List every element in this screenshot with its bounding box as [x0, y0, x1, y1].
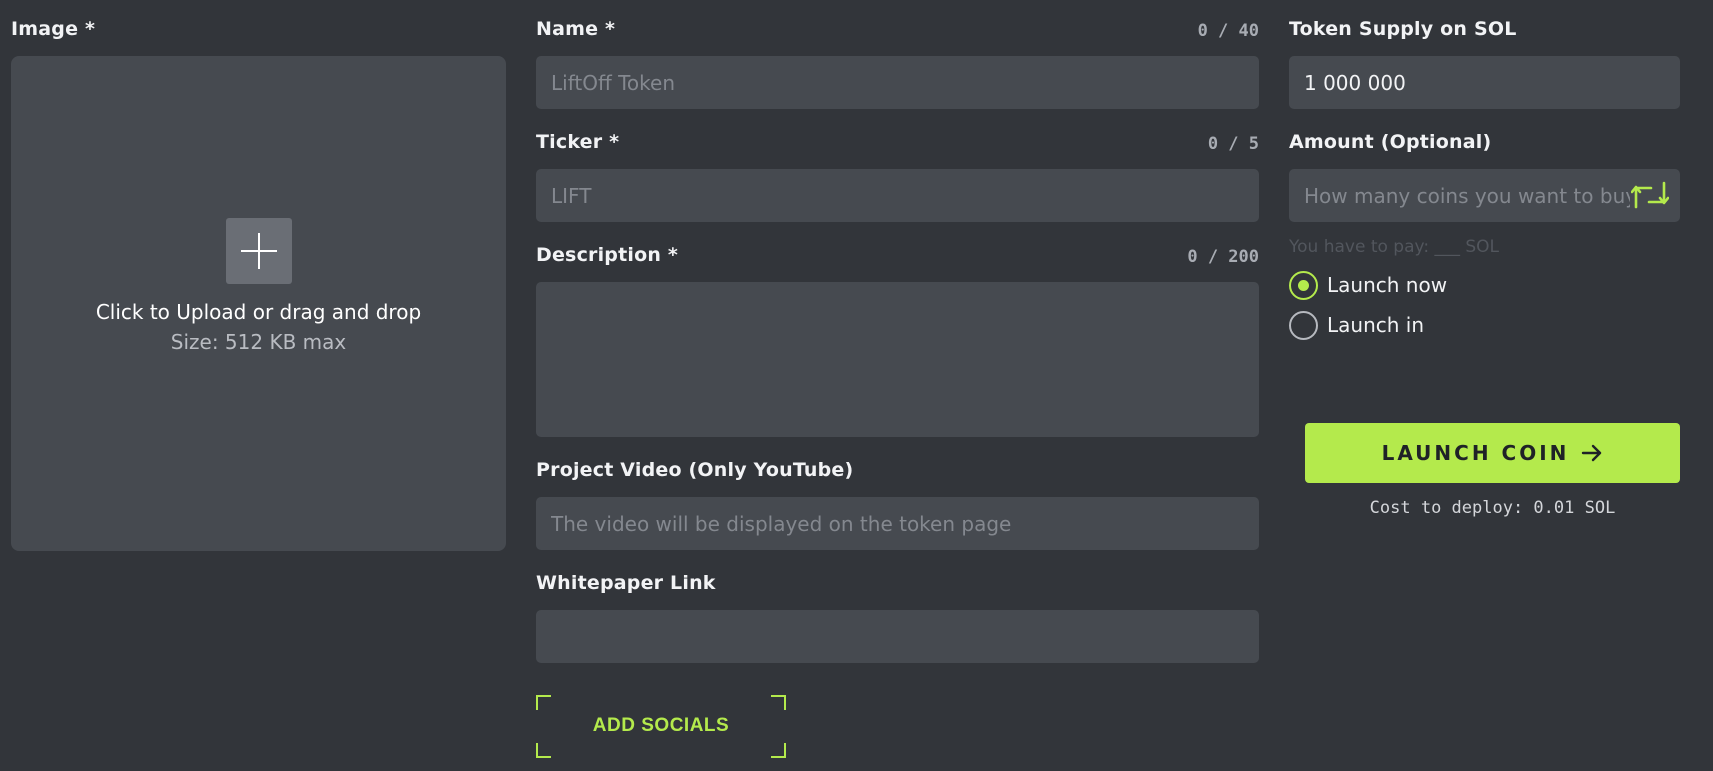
corner-bracket — [771, 743, 786, 758]
video-label: Project Video (Only YouTube) — [536, 459, 854, 481]
video-input[interactable] — [536, 497, 1259, 550]
description-label: Description * — [536, 244, 679, 266]
name-label: Name * — [536, 18, 616, 40]
swap-icon[interactable] — [1631, 180, 1669, 210]
launch-coin-label: LAUNCH COIN — [1381, 441, 1570, 465]
description-textarea[interactable] — [536, 282, 1259, 437]
launch-coin-button[interactable]: LAUNCH COIN — [1305, 423, 1680, 483]
ticker-input[interactable] — [536, 169, 1259, 222]
whitepaper-label: Whitepaper Link — [536, 572, 716, 594]
add-socials-label: ADD SOCIALS — [592, 715, 730, 736]
plus-icon — [226, 218, 292, 284]
image-upload-dropzone[interactable]: Click to Upload or drag and drop Size: 5… — [11, 56, 506, 551]
launch-form-page: Image * Click to Upload or drag and drop… — [0, 0, 1713, 771]
launch-now-radio[interactable]: Launch now — [1289, 271, 1489, 301]
deploy-cost: Cost to deploy: 0.01 SOL — [1369, 498, 1616, 518]
radio-checked-icon — [1289, 271, 1318, 300]
add-socials-button[interactable]: ADD SOCIALS — [536, 695, 786, 758]
launch-in-radio[interactable]: Launch in — [1289, 311, 1489, 341]
corner-bracket — [536, 695, 551, 710]
image-label: Image * — [11, 18, 96, 40]
ticker-counter: 0 / 5 — [1207, 134, 1259, 154]
supply-input[interactable] — [1289, 56, 1680, 109]
launch-in-label: Launch in — [1327, 313, 1425, 337]
amount-input[interactable] — [1289, 169, 1680, 222]
supply-label: Token Supply on SOL — [1289, 18, 1517, 40]
upload-title: Click to Upload or drag and drop — [95, 300, 422, 324]
whitepaper-input[interactable] — [536, 610, 1259, 663]
corner-bracket — [536, 743, 551, 758]
launch-now-label: Launch now — [1327, 273, 1448, 297]
name-input[interactable] — [536, 56, 1259, 109]
corner-bracket — [771, 695, 786, 710]
amount-label: Amount (Optional) — [1289, 131, 1492, 153]
description-counter: 0 / 200 — [1187, 247, 1259, 267]
arrow-right-icon — [1582, 444, 1602, 462]
pay-hint: You have to pay: ___ SOL — [1289, 237, 1500, 257]
radio-unchecked-icon — [1289, 311, 1318, 340]
name-counter: 0 / 40 — [1197, 21, 1259, 41]
ticker-label: Ticker * — [536, 131, 620, 153]
upload-size-hint: Size: 512 KB max — [170, 330, 347, 354]
